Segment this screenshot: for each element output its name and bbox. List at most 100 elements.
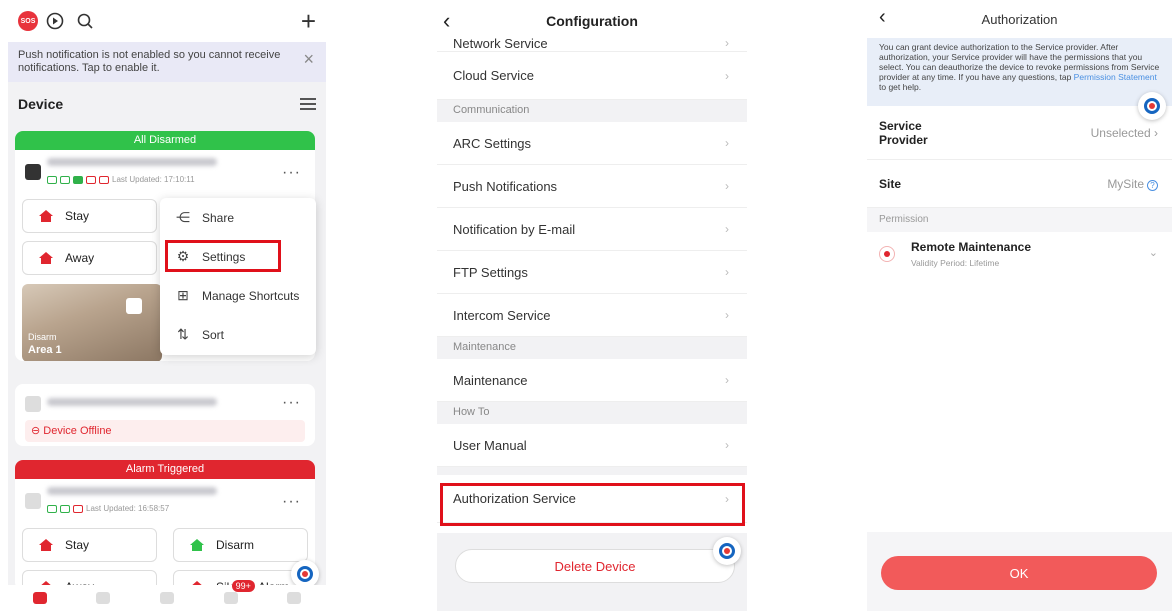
shield-icon: [60, 175, 70, 184]
row-label: Cloud Service: [453, 68, 534, 83]
area-name: Area 1: [28, 344, 62, 356]
row-cloud-service[interactable]: Cloud Service ›: [437, 52, 747, 100]
device-icon: [25, 493, 41, 509]
device-row[interactable]: Last Updated: 16:58:57 ···: [15, 479, 315, 527]
row-label: Maintenance: [453, 372, 528, 388]
section-how-to: How To: [437, 402, 747, 424]
more-icon[interactable]: ···: [282, 394, 301, 412]
service-provider-value: Unselected ›: [1090, 125, 1158, 140]
ok-area: OK: [867, 532, 1172, 611]
device-name-redacted: [47, 158, 217, 166]
help-icon[interactable]: ?: [1147, 179, 1158, 191]
chevron-right-icon: ›: [725, 308, 729, 322]
row-intercom-service[interactable]: Intercom Service ›: [437, 294, 747, 337]
chevron-right-icon: ›: [725, 68, 729, 83]
site-text: MySite: [1107, 176, 1144, 191]
close-icon[interactable]: ×: [303, 50, 314, 68]
messages-icon[interactable]: 99+: [223, 580, 255, 604]
more-icon[interactable]: ···: [282, 493, 301, 511]
floating-assistant-icon[interactable]: [291, 560, 319, 588]
row-user-manual[interactable]: User Manual ›: [437, 424, 747, 467]
add-device-button[interactable]: +: [301, 8, 316, 34]
row-site: Site MySite?: [867, 160, 1172, 208]
floating-assistant-icon[interactable]: [713, 537, 741, 565]
site-value: MySite?: [1107, 177, 1158, 191]
message-badge: 99+: [231, 580, 255, 592]
last-updated: Last Updated: 16:58:57: [86, 504, 170, 513]
push-notice-text: Push notification is not enabled so you …: [18, 49, 281, 74]
row-label: Notification by E-mail: [453, 221, 576, 237]
authorization-highlight-box: [440, 483, 745, 526]
row-ftp-settings[interactable]: FTP Settings ›: [437, 251, 747, 294]
permission-statement-link[interactable]: Permission Statement: [1074, 72, 1157, 82]
devices-icon[interactable]: [159, 592, 174, 604]
last-updated: Last Updated: 17:10:11: [112, 175, 195, 184]
menu-icon[interactable]: [300, 95, 316, 113]
network-icon: [47, 504, 57, 513]
menu-item-sort[interactable]: ⇅ Sort: [160, 315, 316, 354]
device-header: Device: [8, 82, 326, 126]
ok-button[interactable]: OK: [881, 556, 1157, 590]
row-maintenance[interactable]: Maintenance ›: [437, 359, 747, 402]
more-icon[interactable]: ···: [282, 164, 301, 182]
profile-icon[interactable]: [287, 592, 302, 604]
back-icon[interactable]: ‹: [443, 8, 450, 34]
disarm-label: Disarm: [216, 538, 254, 552]
offline-label: Device Offline: [43, 425, 112, 437]
device-status-icons: Last Updated: 17:10:11: [47, 175, 305, 184]
permission-title: Remote Maintenance: [911, 240, 1032, 254]
offline-badge: ⊖ Device Offline: [25, 420, 305, 442]
top-bar: SOS +: [8, 0, 326, 42]
area-tile[interactable]: Disarm Area 1: [22, 284, 162, 361]
site-label: Site: [879, 176, 902, 191]
sort-icon: ⇅: [177, 326, 189, 342]
away-icon: [39, 252, 53, 264]
configuration-screen: ‹ Configuration Network Service › Cloud …: [437, 0, 747, 611]
status-bar: All Disarmed: [15, 131, 315, 150]
back-icon[interactable]: ‹: [879, 6, 886, 29]
device-heading: Device: [18, 96, 64, 112]
stay-icon: [39, 539, 53, 551]
playback-icon[interactable]: [42, 8, 68, 34]
area-state: Disarm: [28, 332, 57, 342]
service-provider-text: Unselected: [1090, 125, 1151, 140]
share-icon: ⋲: [176, 209, 190, 225]
section-permission: Permission: [867, 208, 1172, 232]
battery-icon: [73, 504, 83, 513]
away-button[interactable]: Away: [22, 241, 157, 275]
row-push-notifications[interactable]: Push Notifications ›: [437, 165, 747, 208]
chevron-down-icon[interactable]: ⌄: [1149, 246, 1158, 259]
row-arc-settings[interactable]: ARC Settings ›: [437, 122, 747, 165]
row-network-service[interactable]: Network Service ›: [437, 36, 747, 52]
authorization-screen: ‹ Authorization You can grant device aut…: [867, 0, 1172, 611]
page-title: Configuration: [546, 13, 638, 29]
menu-item-share[interactable]: ⋲ Share: [160, 198, 316, 237]
device-row[interactable]: Last Updated: 17:10:11 ···: [15, 150, 315, 198]
device-context-menu: ⋲ Share ⚙ Settings ⊞ Manage Shortcuts ⇅ Sort: [160, 198, 316, 355]
favorites-icon[interactable]: [96, 592, 111, 604]
floating-assistant-icon[interactable]: [1138, 92, 1166, 120]
stay-button[interactable]: Stay: [22, 199, 157, 233]
push-notice-banner[interactable]: Push notification is not enabled so you …: [8, 42, 326, 82]
sos-button[interactable]: SOS: [18, 11, 38, 31]
delete-device-button[interactable]: Delete Device: [455, 549, 735, 583]
row-service-provider[interactable]: Service Provider Unselected ›: [867, 106, 1172, 160]
home-icon[interactable]: [32, 592, 47, 604]
permission-remote-maintenance[interactable]: Remote Maintenance Validity Period: Life…: [867, 232, 1172, 282]
disarm-button[interactable]: Disarm: [173, 528, 308, 562]
device-card-alarm: Alarm Triggered Last Updated: 16:58:57 ·…: [15, 460, 315, 590]
stay-button[interactable]: Stay: [22, 528, 157, 562]
service-provider-label: Service Provider: [879, 118, 928, 147]
device-row[interactable]: ···: [15, 384, 315, 420]
radio-selected-icon[interactable]: [879, 246, 895, 262]
row-notification-email[interactable]: Notification by E-mail ›: [437, 208, 747, 251]
search-icon[interactable]: [72, 8, 98, 34]
device-icon: [25, 164, 41, 180]
disarm-status-icon: [126, 298, 142, 314]
info-tail: to get help.: [879, 82, 922, 92]
stay-label: Stay: [65, 538, 90, 552]
delete-area: Delete Device: [437, 533, 747, 611]
stay-icon: [39, 210, 53, 222]
device-card-offline: ··· ⊖ Device Offline: [15, 384, 315, 446]
menu-item-manage-shortcuts[interactable]: ⊞ Manage Shortcuts: [160, 276, 316, 315]
